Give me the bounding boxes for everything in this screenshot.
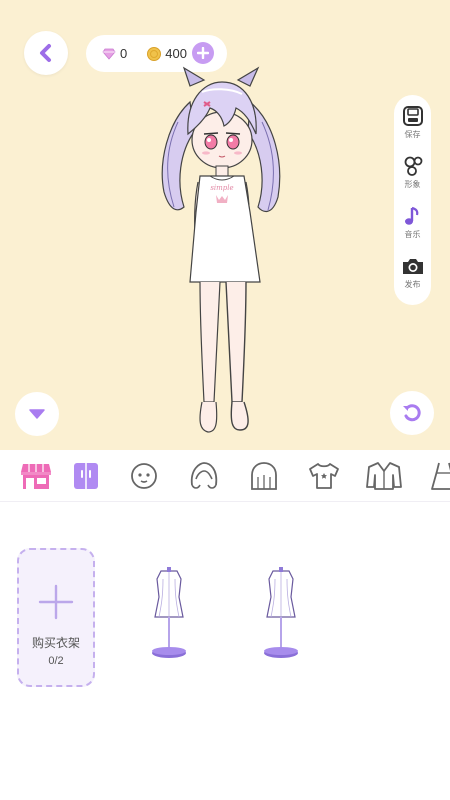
category-tabbar bbox=[0, 450, 450, 502]
tab-jacket[interactable] bbox=[354, 450, 414, 502]
tab-shop[interactable] bbox=[0, 450, 72, 502]
side-menu: 保存 形象 音乐 发布 bbox=[394, 95, 431, 305]
side-item-save[interactable]: 保存 bbox=[402, 105, 424, 155]
back-hair-icon bbox=[251, 461, 277, 490]
plus-icon bbox=[38, 584, 74, 620]
clothes-rack-slot-1[interactable] bbox=[149, 567, 189, 663]
face-icon bbox=[131, 462, 157, 489]
clothes-rack-slot-2[interactable] bbox=[261, 567, 301, 663]
refresh-icon bbox=[403, 404, 421, 422]
tab-back-hair[interactable] bbox=[234, 450, 294, 502]
shirt-print-text: simple bbox=[210, 184, 233, 192]
dressup-stage: 0 400 simple 保存 形象 音乐 发布 bbox=[0, 0, 450, 450]
side-item-music[interactable]: 音乐 bbox=[402, 205, 424, 255]
buy-rack-button[interactable]: 购买衣架 0/2 bbox=[17, 548, 95, 687]
tab-tshirt[interactable] bbox=[294, 450, 354, 502]
buy-rack-label: 购买衣架 bbox=[31, 636, 80, 650]
chevron-left-icon bbox=[40, 44, 51, 62]
diamond-icon bbox=[102, 48, 116, 60]
side-item-publish[interactable]: 发布 bbox=[401, 255, 425, 305]
tab-face[interactable] bbox=[114, 450, 174, 502]
tshirt-icon bbox=[309, 462, 339, 489]
camera-icon bbox=[402, 259, 423, 274]
jacket-icon bbox=[366, 461, 402, 490]
reset-button[interactable] bbox=[390, 391, 434, 435]
front-hair-icon bbox=[190, 461, 218, 489]
rack-count: 0/2 bbox=[48, 655, 64, 667]
side-item-save-label: 保存 bbox=[404, 130, 421, 139]
coin-count: 400 bbox=[165, 46, 187, 61]
add-currency-button[interactable] bbox=[192, 42, 214, 64]
item-panel: 购买衣架 0/2 bbox=[0, 503, 450, 800]
side-item-publish-label: 发布 bbox=[404, 280, 421, 289]
coin-icon bbox=[147, 46, 162, 61]
dress-icon bbox=[431, 462, 450, 490]
back-button[interactable] bbox=[24, 31, 68, 75]
character-avatar[interactable]: simple bbox=[150, 62, 290, 440]
shop-icon bbox=[21, 463, 51, 489]
collapse-button[interactable] bbox=[15, 392, 59, 436]
avatar-icon bbox=[404, 156, 422, 176]
gem-count: 0 bbox=[120, 46, 128, 61]
plus-icon bbox=[197, 47, 209, 59]
tab-dress[interactable] bbox=[414, 450, 450, 502]
triangle-down-icon bbox=[29, 409, 45, 419]
tab-wardrobe[interactable] bbox=[72, 450, 114, 502]
tab-front-hair[interactable] bbox=[174, 450, 234, 502]
side-item-avatar[interactable]: 形象 bbox=[402, 155, 424, 205]
wardrobe-icon bbox=[74, 462, 98, 489]
save-icon bbox=[402, 106, 423, 126]
side-item-avatar-label: 形象 bbox=[404, 180, 421, 189]
side-item-music-label: 音乐 bbox=[404, 230, 421, 239]
music-icon bbox=[404, 206, 418, 225]
